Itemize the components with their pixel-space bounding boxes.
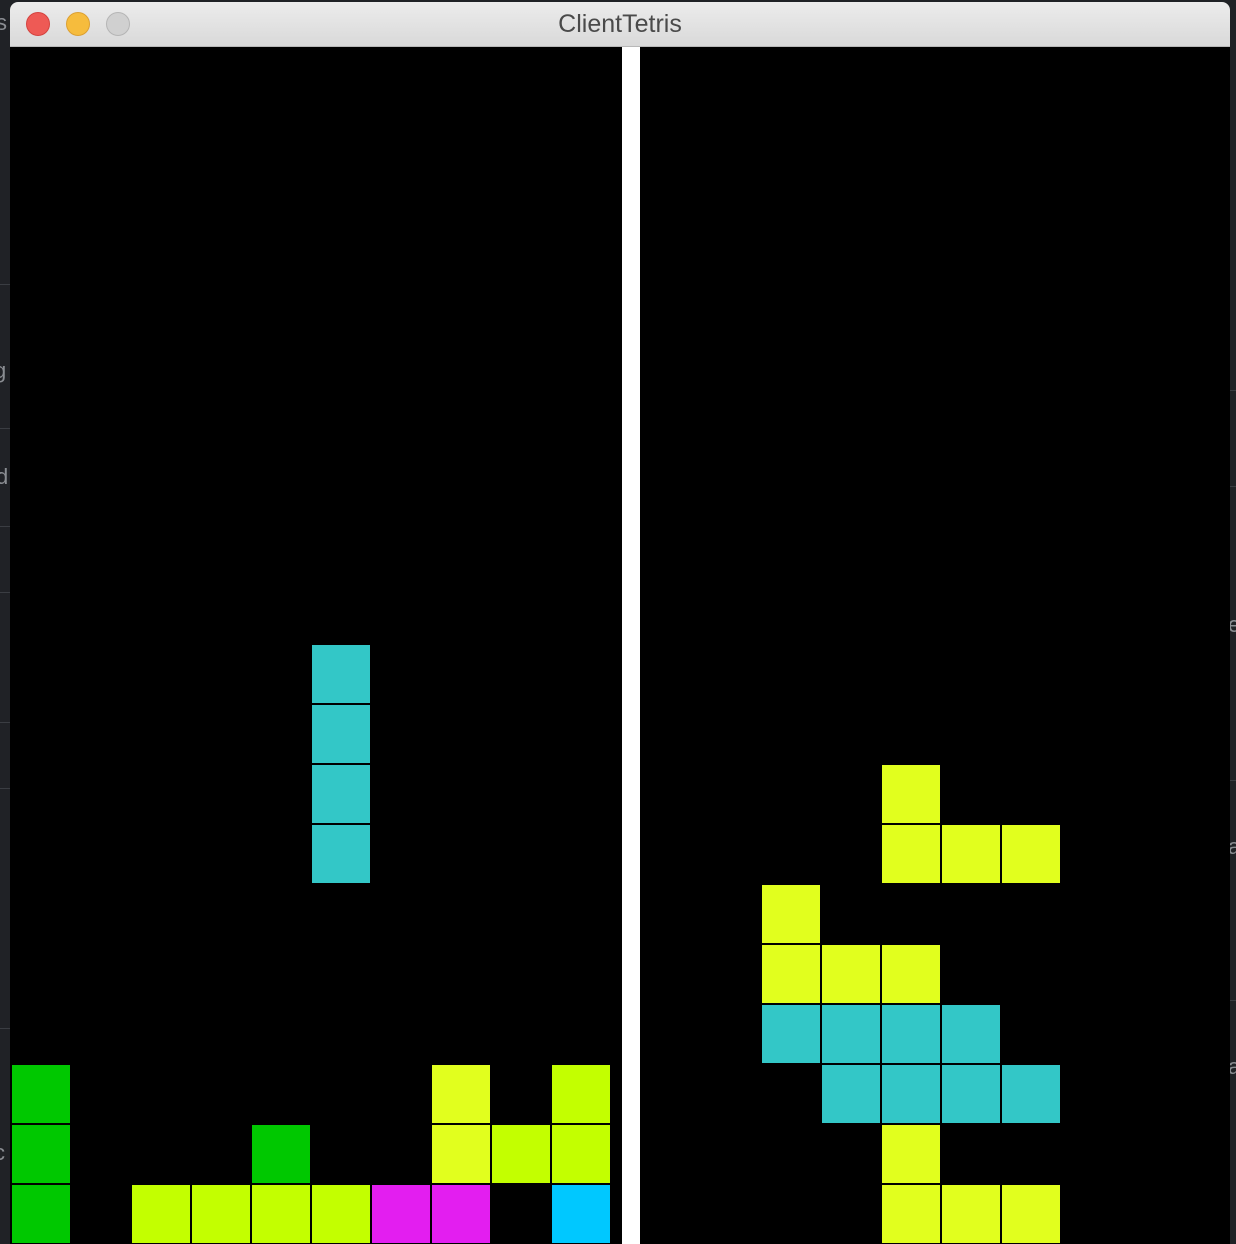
- board-divider: [622, 47, 640, 1244]
- tetromino-block: [252, 1185, 310, 1243]
- tetromino-block: [1002, 1185, 1060, 1243]
- background-divider: [0, 526, 10, 527]
- tetromino-block: [762, 945, 820, 1003]
- tetromino-block: [492, 1125, 550, 1183]
- player-board: [10, 47, 622, 1244]
- tetromino-block: [882, 1125, 940, 1183]
- tetromino-block: [252, 1125, 310, 1183]
- background-divider: [1230, 780, 1236, 781]
- tetromino-block: [882, 945, 940, 1003]
- background-text: c: [0, 1140, 5, 1166]
- tetromino-block: [312, 705, 370, 763]
- tetromino-block: [942, 825, 1000, 883]
- tetromino-block: [942, 1005, 1000, 1063]
- tetromino-block: [822, 1005, 880, 1063]
- tetromino-block: [312, 765, 370, 823]
- background-divider: [0, 284, 10, 285]
- tetromino-block: [432, 1185, 490, 1243]
- tetromino-block: [762, 1005, 820, 1063]
- tetromino-block: [312, 645, 370, 703]
- title-bar[interactable]: ClientTetris: [10, 2, 1230, 47]
- tetromino-block: [132, 1185, 190, 1243]
- tetromino-block: [1002, 825, 1060, 883]
- tetromino-block: [12, 1125, 70, 1183]
- background-text: g: [0, 358, 7, 383]
- background-text: d: [0, 464, 9, 489]
- background-divider: [1230, 390, 1236, 391]
- tetromino-block: [822, 1065, 880, 1123]
- tetromino-block: [192, 1185, 250, 1243]
- background-divider: [0, 722, 10, 723]
- tetromino-block: [882, 1005, 940, 1063]
- opponent-board: [640, 47, 1230, 1244]
- tetromino-block: [882, 1065, 940, 1123]
- tetromino-block: [822, 945, 880, 1003]
- background-divider: [0, 788, 10, 789]
- tetromino-block: [12, 1185, 70, 1243]
- window-title: ClientTetris: [558, 10, 682, 38]
- background-divider: [0, 428, 10, 429]
- tetromino-block: [882, 825, 940, 883]
- game-area: [10, 47, 1230, 1244]
- background-divider: [0, 592, 10, 593]
- background-divider: [1230, 486, 1236, 487]
- background-text: s: [0, 10, 7, 35]
- tetromino-block: [312, 1185, 370, 1243]
- background-divider: [1230, 1000, 1236, 1001]
- tetromino-block: [882, 765, 940, 823]
- tetromino-block: [942, 1185, 1000, 1243]
- tetromino-block: [552, 1065, 610, 1123]
- app-window: ClientTetris: [10, 2, 1230, 1244]
- tetromino-block: [762, 885, 820, 943]
- tetromino-block: [552, 1125, 610, 1183]
- tetromino-block: [312, 825, 370, 883]
- tetromino-block: [552, 1185, 610, 1243]
- tetromino-block: [882, 1185, 940, 1243]
- tetromino-block: [1002, 1065, 1060, 1123]
- tetromino-block: [942, 1065, 1000, 1123]
- tetromino-block: [12, 1065, 70, 1123]
- background-divider: [0, 1028, 10, 1029]
- tetromino-block: [432, 1125, 490, 1183]
- tetromino-block: [372, 1185, 430, 1243]
- tetromino-block: [432, 1065, 490, 1123]
